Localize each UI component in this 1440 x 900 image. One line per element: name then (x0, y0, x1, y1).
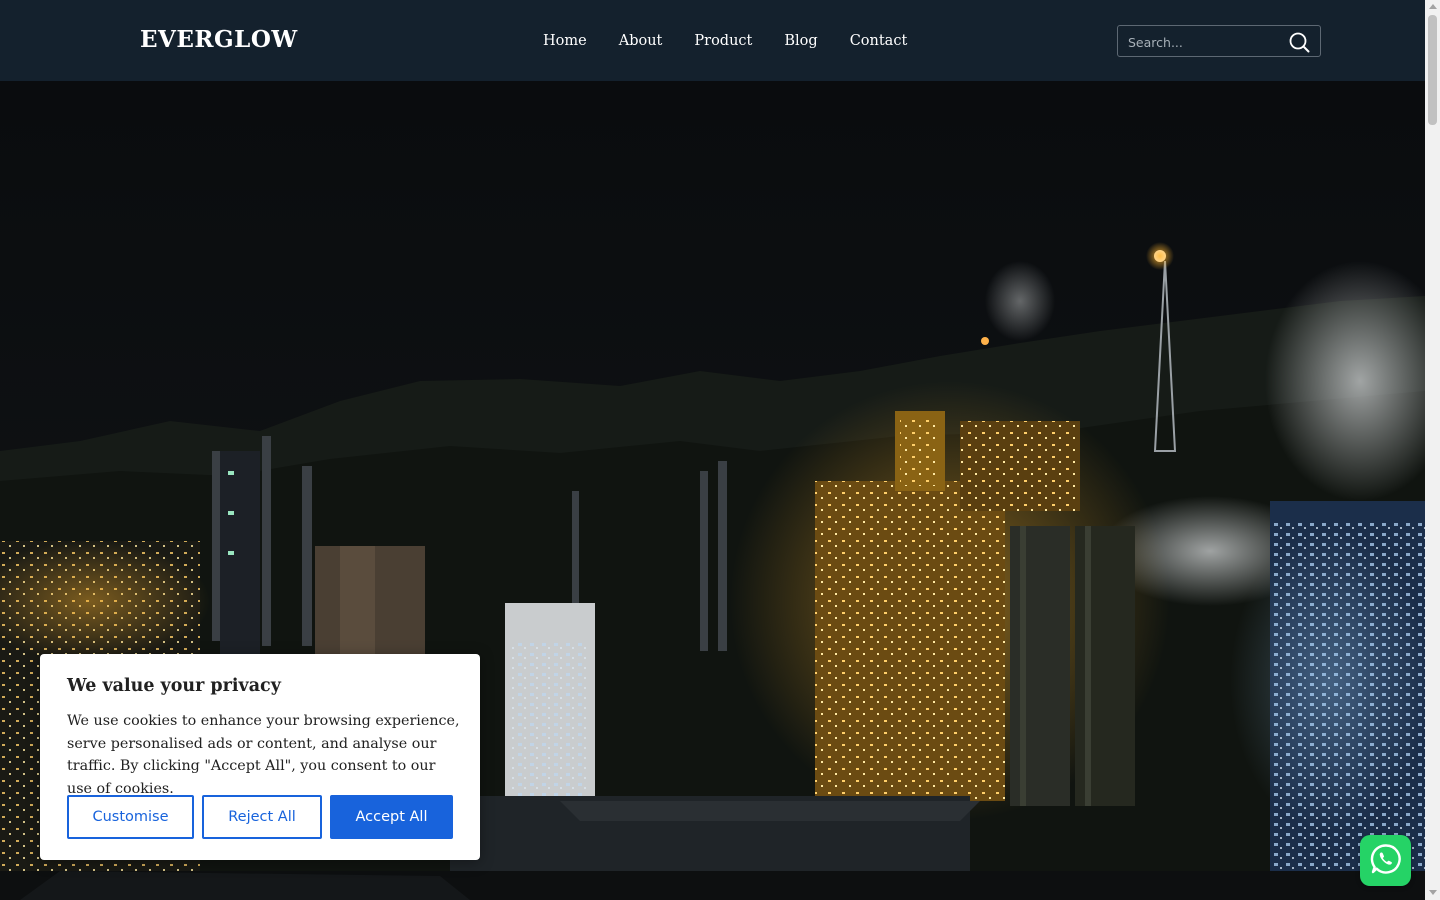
accept-all-button[interactable]: Accept All (330, 795, 453, 839)
cookie-description: We use cookies to enhance your browsing … (67, 713, 460, 797)
whatsapp-icon (1369, 842, 1403, 880)
cookie-title: We value your privacy (67, 676, 281, 696)
scrollbar-thumb[interactable] (1428, 15, 1437, 125)
nav-item-blog[interactable]: Blog (784, 31, 817, 51)
scroll-down-arrow-icon[interactable] (1429, 890, 1437, 895)
nav-item-home[interactable]: Home (543, 31, 587, 51)
reject-all-button[interactable]: Reject All (202, 795, 322, 839)
site-header: EVERGLOW Home About Product Blog Contact (0, 0, 1425, 81)
search-icon[interactable] (1288, 31, 1310, 53)
search-box (1117, 25, 1321, 57)
nav-item-contact[interactable]: Contact (850, 31, 908, 51)
customise-button[interactable]: Customise (67, 795, 194, 839)
page-scrollbar[interactable] (1425, 0, 1440, 900)
nav-item-about[interactable]: About (619, 31, 663, 51)
nav-item-product[interactable]: Product (694, 31, 752, 51)
scroll-up-arrow-icon[interactable] (1429, 4, 1437, 9)
main-nav: Home About Product Blog Contact (543, 31, 939, 51)
whatsapp-button[interactable] (1360, 835, 1411, 886)
site-logo[interactable]: EVERGLOW (140, 26, 298, 53)
cookie-consent-banner: We value your privacy We use cookies to … (40, 654, 480, 860)
search-input[interactable] (1128, 32, 1288, 52)
